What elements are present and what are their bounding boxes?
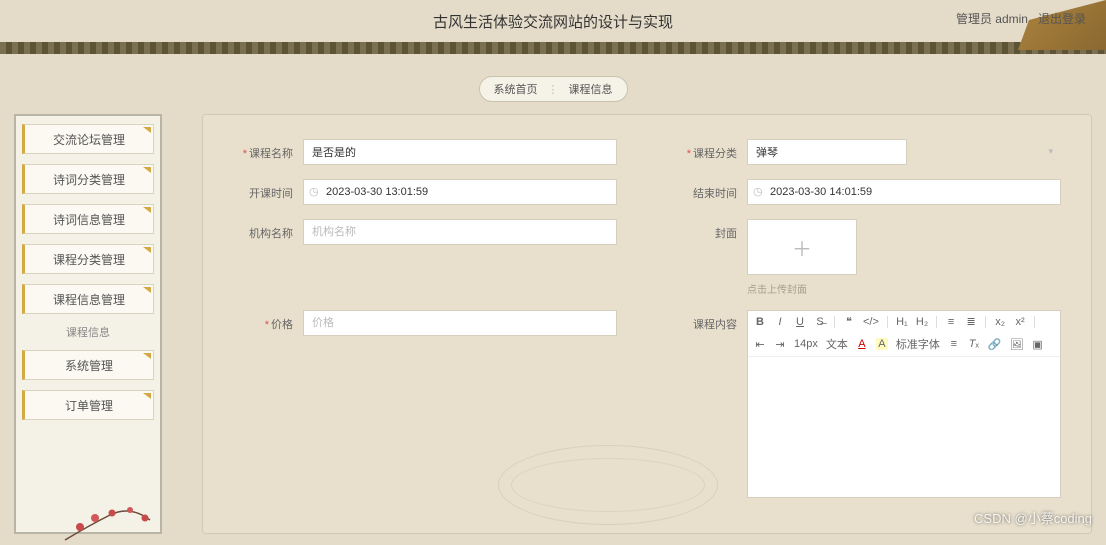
sidebar-item-label: 课程信息管理 (53, 291, 125, 308)
sidebar-item-label: 订单管理 (65, 397, 113, 414)
list-ol-icon[interactable]: ≡ (945, 316, 957, 328)
course-category-select[interactable] (747, 139, 907, 165)
tab-bar: 系统首页 ⋮ 课程信息 (0, 76, 1106, 102)
label-course-category: *课程分类 (677, 139, 737, 161)
editor-toolbar: B I U S̶ ❝ </> H₁ H₂ ≡ ≣ x₂ (748, 311, 1060, 357)
italic-icon[interactable]: I (774, 316, 786, 328)
bold-icon[interactable]: B (754, 316, 766, 328)
bg-color-icon[interactable]: A (876, 338, 888, 350)
sidebar-item-poetry-category[interactable]: 诗词分类管理 (22, 164, 154, 194)
tab-current[interactable]: 课程信息 (569, 81, 613, 97)
label-price: *价格 (233, 310, 293, 332)
end-time-input[interactable] (747, 179, 1061, 205)
label-end-time: 结束时间 (677, 179, 737, 201)
clear-format-icon[interactable]: Tₓ (968, 338, 980, 350)
tab-divider-icon: ⋮ (548, 83, 559, 96)
course-name-input[interactable] (303, 139, 617, 165)
sidebar: 交流论坛管理 诗词分类管理 诗词信息管理 课程分类管理 课程信息管理 课程信息 … (14, 114, 162, 534)
header: 古风生活体验交流网站的设计与实现 管理员 admin 退出登录 (0, 0, 1106, 42)
image-icon[interactable]: 🖼 (1010, 338, 1024, 351)
h1-icon[interactable]: H₁ (896, 316, 908, 328)
cover-upload[interactable]: ＋ (747, 219, 857, 275)
code-icon[interactable]: </> (863, 316, 879, 328)
sidebar-item-label: 诗词信息管理 (53, 211, 125, 228)
label-content: 课程内容 (677, 310, 737, 332)
font-color-icon[interactable]: A (856, 338, 868, 350)
sidebar-item-label: 诗词分类管理 (53, 171, 125, 188)
logout-link[interactable]: 退出登录 (1038, 10, 1086, 27)
chevron-down-icon: ▾ (1048, 146, 1053, 157)
indent-icon[interactable]: ⇥ (774, 338, 786, 351)
sidebar-item-course-info[interactable]: 课程信息管理 (22, 284, 154, 314)
subscript-icon[interactable]: x₂ (994, 316, 1006, 328)
tab-pill: 系统首页 ⋮ 课程信息 (479, 76, 628, 102)
quote-icon[interactable]: ❝ (843, 315, 855, 328)
page-title: 古风生活体验交流网站的设计与实现 (433, 11, 673, 32)
price-input[interactable] (303, 310, 617, 336)
start-time-input[interactable] (303, 179, 617, 205)
clock-icon: ◷ (753, 185, 763, 198)
sidebar-sub-label[interactable]: 课程信息 (22, 324, 154, 340)
font-size-select[interactable]: 14px (794, 338, 818, 350)
clock-icon: ◷ (309, 185, 319, 198)
sidebar-item-label: 交流论坛管理 (53, 131, 125, 148)
sidebar-item-orders[interactable]: 订单管理 (22, 390, 154, 420)
sidebar-item-system[interactable]: 系统管理 (22, 350, 154, 380)
org-name-input[interactable] (303, 219, 617, 245)
link-icon[interactable]: 🔗 (988, 338, 1002, 351)
label-start-time: 开课时间 (233, 179, 293, 201)
underline-icon[interactable]: U (794, 316, 806, 328)
align-icon[interactable]: ≡ (948, 338, 960, 350)
sidebar-item-label: 课程分类管理 (53, 251, 125, 268)
sidebar-item-forum[interactable]: 交流论坛管理 (22, 124, 154, 154)
plus-icon: ＋ (792, 233, 812, 262)
label-course-name: *课程名称 (233, 139, 293, 161)
list-ul-icon[interactable]: ≣ (965, 315, 977, 328)
tab-home[interactable]: 系统首页 (494, 81, 538, 97)
admin-label[interactable]: 管理员 admin (956, 10, 1028, 27)
outdent-icon[interactable]: ⇤ (754, 338, 766, 351)
rich-text-editor: B I U S̶ ❝ </> H₁ H₂ ≡ ≣ x₂ (747, 310, 1061, 498)
sidebar-item-course-category[interactable]: 课程分类管理 (22, 244, 154, 274)
strike-icon[interactable]: S̶ (814, 316, 826, 328)
header-border-pattern (0, 42, 1106, 54)
font-family-select[interactable]: 标准字体 (896, 336, 940, 352)
h2-icon[interactable]: H₂ (916, 316, 928, 328)
text-style-select[interactable]: 文本 (826, 336, 848, 352)
label-org-name: 机构名称 (233, 219, 293, 241)
editor-content[interactable] (748, 357, 1060, 497)
sidebar-item-poetry-info[interactable]: 诗词信息管理 (22, 204, 154, 234)
video-icon[interactable]: ▣ (1032, 338, 1044, 351)
superscript-icon[interactable]: x² (1014, 316, 1026, 328)
label-cover: 封面 (677, 219, 737, 241)
sidebar-item-label: 系统管理 (65, 357, 113, 374)
header-right: 管理员 admin 退出登录 (956, 10, 1086, 27)
upload-hint: 点击上传封面 (747, 281, 857, 296)
main-panel: *课程名称 *课程分类 ▾ 开课时间 ◷ 结束时间 (202, 114, 1092, 534)
